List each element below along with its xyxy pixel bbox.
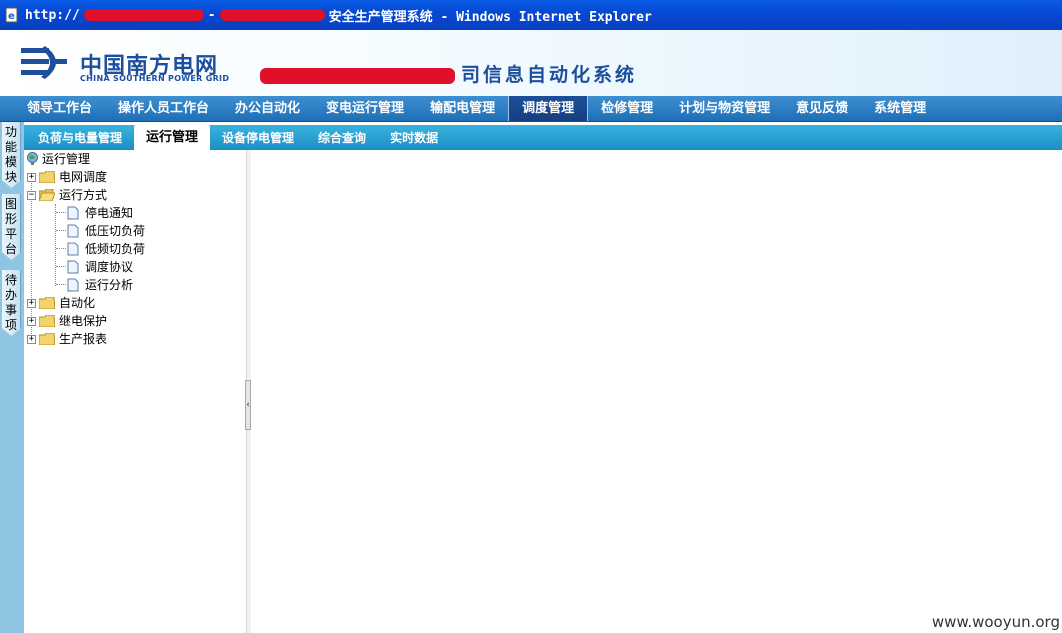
tree-leaf-label: 运行分析 bbox=[85, 278, 134, 292]
main-nav-system[interactable]: 系统管理 bbox=[861, 96, 939, 121]
main-content-area bbox=[251, 150, 1062, 633]
document-icon bbox=[67, 260, 79, 274]
main-nav-planning[interactable]: 计划与物资管理 bbox=[666, 96, 783, 121]
watermark: www.wooyun.org bbox=[931, 613, 1060, 631]
folder-open-icon bbox=[39, 189, 55, 201]
side-tab-char: 功 bbox=[4, 125, 17, 139]
tree-connector bbox=[56, 212, 66, 213]
csg-logo-icon bbox=[21, 46, 67, 79]
side-tab-char: 平 bbox=[4, 227, 17, 241]
document-icon bbox=[67, 242, 79, 256]
side-tab-todo[interactable]: 待 办 事 项 bbox=[2, 270, 21, 336]
side-tab-strip: 功 能 模 块 图 形 平 台 待 办 事 项 bbox=[0, 122, 24, 633]
side-tab-char: 块 bbox=[4, 170, 17, 184]
tree-leaf-operation-analysis[interactable]: 运行分析 bbox=[67, 276, 133, 294]
window-title: 安全生产管理系统 - Windows Internet Explorer bbox=[328, 9, 652, 25]
window-title-bar: e http:// - 安全生产管理系统 - Windows Internet … bbox=[0, 0, 1062, 30]
side-tab-char: 事 bbox=[4, 303, 17, 317]
sub-nav-load-energy[interactable]: 负荷与电量管理 bbox=[26, 125, 134, 150]
expand-icon[interactable]: + bbox=[27, 316, 36, 326]
folder-icon bbox=[39, 315, 55, 327]
side-tab-char: 待 bbox=[4, 273, 17, 287]
tree-connector bbox=[56, 284, 66, 285]
sub-nav: 负荷与电量管理 运行管理 设备停电管理 综合查询 实时数据 bbox=[24, 125, 1062, 150]
tree-item-automation[interactable]: + 自动化 bbox=[27, 294, 95, 312]
expand-icon[interactable]: + bbox=[27, 298, 36, 308]
tree-leaf-outage-notice[interactable]: 停电通知 bbox=[67, 204, 133, 222]
tree-item-label: 生产报表 bbox=[59, 332, 108, 346]
tree-leaf-label: 停电通知 bbox=[85, 206, 134, 220]
tree-leaf-dispatch-agreement[interactable]: 调度协议 bbox=[67, 258, 133, 276]
side-tab-char: 形 bbox=[4, 212, 17, 226]
side-tab-function-modules[interactable]: 功 能 模 块 bbox=[2, 122, 21, 188]
title-separator: - bbox=[207, 7, 216, 23]
main-nav-office-automation[interactable]: 办公自动化 bbox=[222, 96, 313, 121]
system-title-text: 司信息自动化系统 bbox=[461, 64, 638, 86]
tree-connector bbox=[56, 248, 66, 249]
tree-item-label: 运行方式 bbox=[59, 188, 108, 202]
ie-page-icon: e bbox=[5, 7, 18, 23]
tree-connector bbox=[55, 204, 56, 286]
side-tab-char: 办 bbox=[4, 288, 17, 302]
tree-item-production-reports[interactable]: + 生产报表 bbox=[27, 330, 107, 348]
tree-connector bbox=[56, 230, 66, 231]
tree-item-label: 自动化 bbox=[59, 296, 96, 310]
expand-icon[interactable]: + bbox=[27, 172, 36, 182]
main-nav-dispatch[interactable]: 调度管理 bbox=[508, 96, 589, 121]
navigation-tree: 运行管理 + 电网调度 − 运行方式 停电通知 低压切负荷 低频切负荷 调度协议… bbox=[24, 150, 247, 633]
tree-root[interactable]: 运行管理 bbox=[26, 150, 90, 168]
logo-text-en: CHINA SOUTHERN POWER GRID bbox=[80, 74, 230, 83]
document-icon bbox=[67, 224, 79, 238]
side-tab-char: 图 bbox=[4, 197, 17, 211]
globe-icon bbox=[27, 152, 38, 165]
expand-icon[interactable]: + bbox=[27, 334, 36, 344]
tree-leaf-label: 低压切负荷 bbox=[85, 224, 146, 238]
folder-icon bbox=[39, 297, 55, 309]
side-tab-char: 能 bbox=[4, 140, 17, 154]
main-nav-substation-ops[interactable]: 变电运行管理 bbox=[313, 96, 417, 121]
tree-item-label: 继电保护 bbox=[59, 314, 108, 328]
folder-icon bbox=[39, 333, 55, 345]
sub-nav-realtime[interactable]: 实时数据 bbox=[378, 125, 450, 150]
tree-item-label: 电网调度 bbox=[59, 170, 108, 184]
window-url-prefix: http:// bbox=[25, 7, 80, 23]
main-nav-maintenance[interactable]: 检修管理 bbox=[588, 96, 666, 121]
header-banner: 中国南方电网 CHINA SOUTHERN POWER GRID 司信息自动化系… bbox=[0, 30, 1062, 96]
sub-nav-outage-mgmt[interactable]: 设备停电管理 bbox=[210, 125, 306, 150]
tree-connector bbox=[56, 266, 66, 267]
svg-text:e: e bbox=[8, 11, 15, 22]
document-icon bbox=[67, 278, 79, 292]
tree-leaf-low-frequency-shed[interactable]: 低频切负荷 bbox=[67, 240, 145, 258]
tree-root-label: 运行管理 bbox=[42, 152, 91, 166]
main-nav-operator-desk[interactable]: 操作人员工作台 bbox=[105, 96, 222, 121]
sub-nav-operation-mgmt[interactable]: 运行管理 bbox=[134, 125, 211, 150]
tree-leaf-low-voltage-shed[interactable]: 低压切负荷 bbox=[67, 222, 145, 240]
collapse-icon[interactable]: − bbox=[27, 190, 36, 200]
main-nav-transmission[interactable]: 输配电管理 bbox=[417, 96, 508, 121]
side-tab-char: 模 bbox=[4, 155, 17, 169]
system-title: 司信息自动化系统 bbox=[260, 60, 637, 87]
redacted-title-part bbox=[260, 67, 455, 84]
sub-nav-query[interactable]: 综合查询 bbox=[306, 125, 378, 150]
folder-icon bbox=[39, 171, 55, 183]
tree-leaf-label: 低频切负荷 bbox=[85, 242, 146, 256]
main-nav-feedback[interactable]: 意见反馈 bbox=[783, 96, 861, 121]
tree-item-grid-dispatch[interactable]: + 电网调度 bbox=[27, 168, 107, 186]
side-tab-graphics-platform[interactable]: 图 形 平 台 bbox=[2, 194, 21, 260]
side-tab-char: 台 bbox=[4, 242, 17, 256]
tree-item-operation-mode[interactable]: − 运行方式 bbox=[27, 186, 107, 204]
tree-leaf-label: 调度协议 bbox=[85, 260, 134, 274]
main-nav: 领导工作台 操作人员工作台 办公自动化 变电运行管理 输配电管理 调度管理 检修… bbox=[0, 96, 1062, 122]
document-icon bbox=[67, 206, 79, 220]
side-tab-char: 项 bbox=[4, 318, 17, 332]
main-nav-leader-desk[interactable]: 领导工作台 bbox=[14, 96, 105, 121]
tree-item-relay-protection[interactable]: + 继电保护 bbox=[27, 312, 107, 330]
redacted-host bbox=[83, 9, 204, 21]
redacted-company bbox=[219, 9, 325, 21]
